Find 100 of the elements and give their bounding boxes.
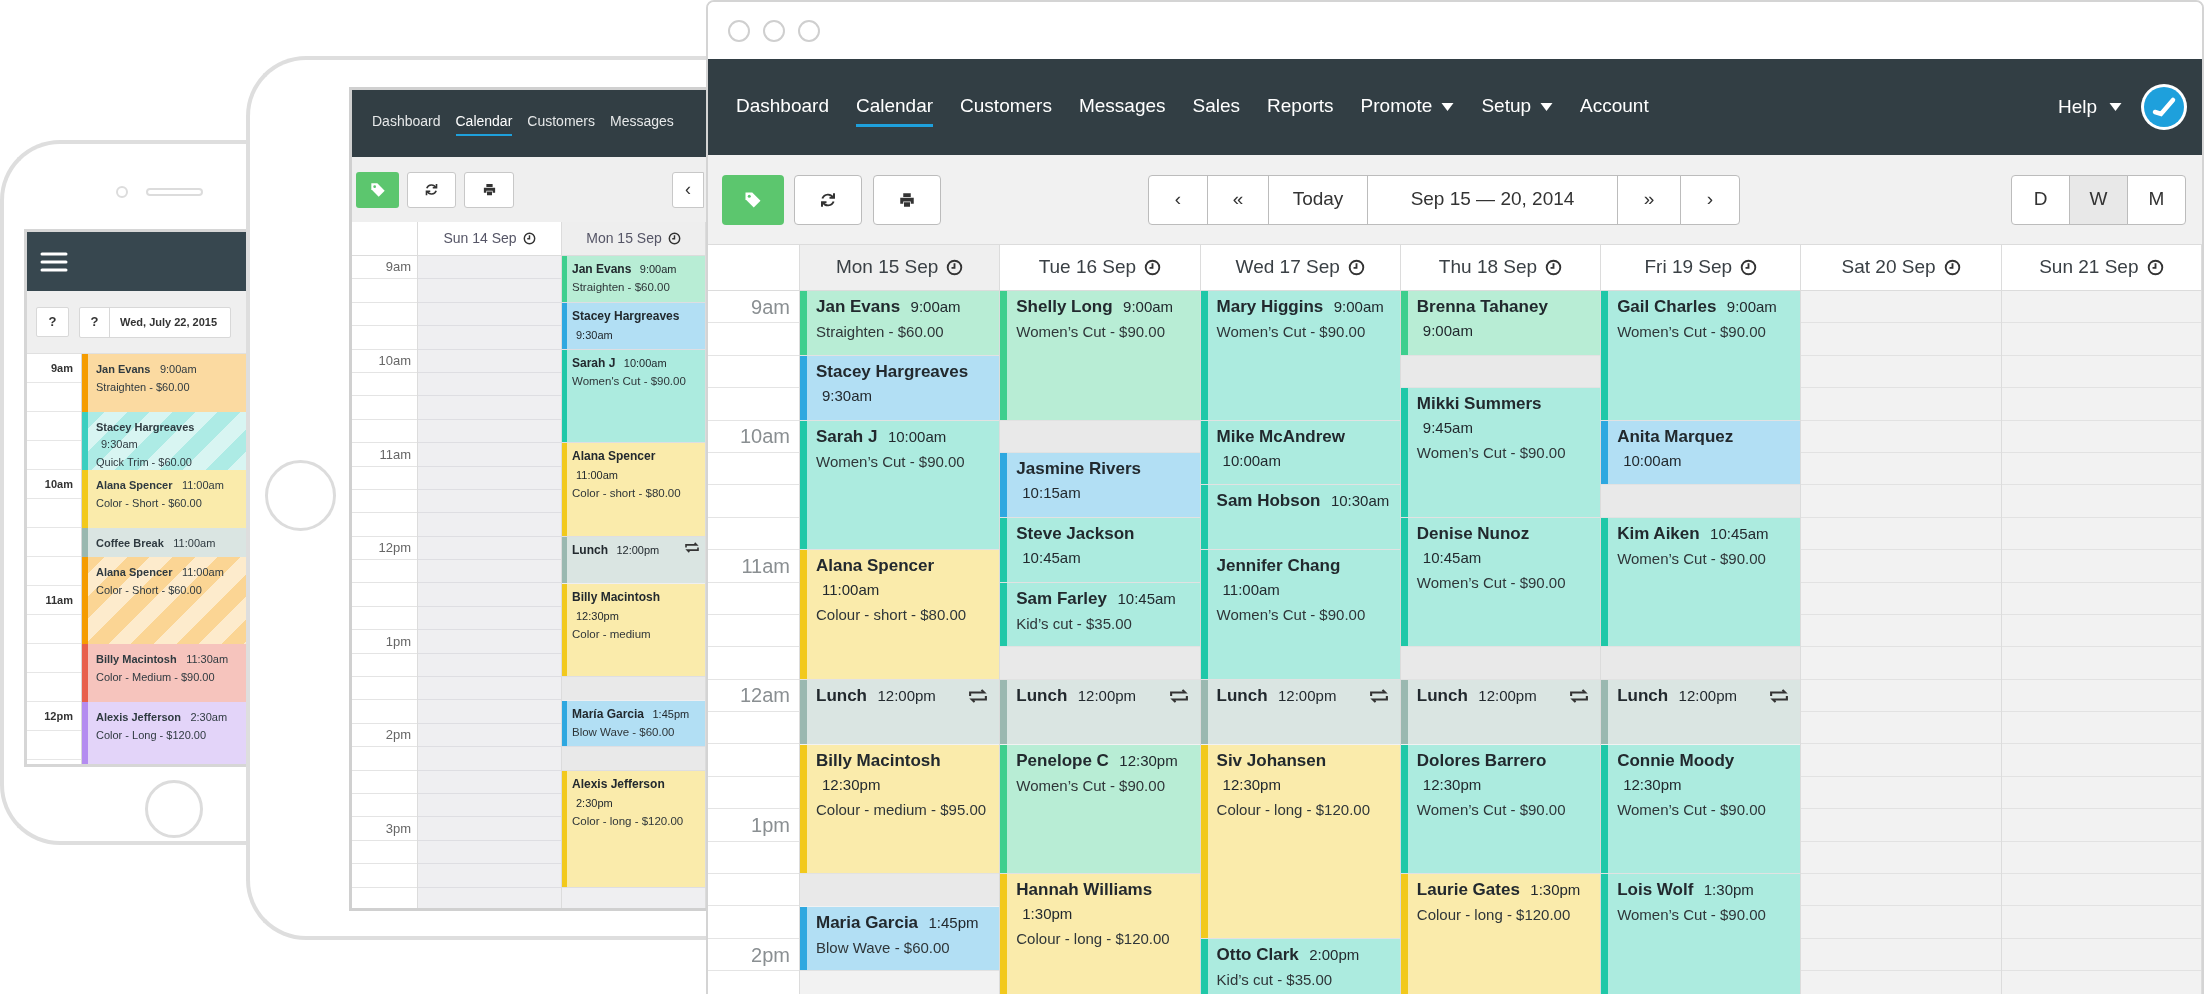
window-control-button[interactable] (798, 19, 820, 42)
appointment-card[interactable]: Maria Garcia 1:45pm Blow Wave - $60.00 (800, 906, 1000, 971)
window-control-button[interactable] (728, 19, 750, 42)
tag-button[interactable] (722, 174, 784, 225)
appointment-card[interactable]: Coffee Break 11:00am (82, 528, 246, 557)
print-button[interactable] (464, 171, 514, 208)
nav-link[interactable]: Customers (960, 87, 1052, 127)
appointment-card[interactable]: Alana Spencer 11:00am Colour - short - $80.00 (800, 550, 1000, 679)
empty-slot[interactable] (1000, 420, 1200, 452)
view-tab[interactable]: W (2069, 174, 2128, 225)
appointment-card[interactable]: Billy Macintosh 12:30pm Colour - medium - $95.00 (800, 744, 1000, 874)
appointment-card[interactable]: Otto Clark 2:00pm Kid’s cut - $35.00 (1200, 939, 1400, 994)
appointment-card[interactable]: Shelly Long 9:00am Women’s Cut - $90.00 (1000, 291, 1200, 420)
window-control-button[interactable] (763, 19, 785, 42)
appointment-card[interactable]: Lois Wolf 1:30pm Women’s Cut - $90.00 (1601, 874, 1801, 994)
nav-link[interactable]: Dashboard (372, 111, 441, 136)
appointment-card[interactable]: Jennifer Chang 11:00am Women’s Cut - $90.00 (1200, 550, 1400, 679)
home-button[interactable] (265, 460, 336, 531)
service-text: Women’s Cut - $90.00 (1416, 799, 1567, 820)
appointment-card[interactable]: Lunch 12:00pm (1200, 679, 1400, 744)
appointment-card[interactable]: Laurie Gates 1:30pm Colour - long - $120.00 (1400, 874, 1601, 994)
question-button[interactable]: ? (36, 307, 69, 337)
appointment-card[interactable]: Jan Evans 9:00am Straighten - $60.00 (82, 354, 246, 412)
appointment-card[interactable]: Brenna Tahaney 9:00am (1400, 291, 1601, 355)
appointment-card[interactable]: Lunch 12:00pm (1000, 679, 1200, 744)
refresh-button[interactable] (794, 174, 862, 225)
menu-icon[interactable] (40, 251, 68, 272)
appointment-card[interactable]: Steve Jackson 10:45am (1000, 517, 1200, 582)
logo-icon[interactable] (2140, 83, 2188, 131)
nav-link[interactable]: Calendar (855, 87, 934, 127)
nav-link[interactable]: Setup (1481, 87, 1554, 127)
nav-link[interactable]: Reports (1267, 87, 1334, 127)
appointment-card[interactable]: Alexis Jefferson 2:30am Color - Long - $120.00 (82, 702, 246, 764)
nav-link[interactable]: Dashboard (736, 87, 829, 127)
appointment-card[interactable]: Sarah J 10:00am Women's Cut - $90.00 (562, 349, 705, 443)
nav-link[interactable]: Sales (1192, 87, 1241, 127)
appointment-card[interactable]: Dolores Barrero 12:30pm Women’s Cut - $90.00 (1400, 744, 1601, 874)
tag-button[interactable] (356, 171, 399, 208)
appointment-card[interactable]: Lunch 12:00pm (562, 536, 705, 583)
nav-link[interactable]: Calendar (455, 111, 513, 136)
appointment-card[interactable]: Gail Charles 9:00am Women’s Cut - $90.00 (1601, 291, 1801, 420)
print-button[interactable] (873, 174, 941, 225)
appointment-card[interactable]: Mikki Summers 9:45am Women’s Cut - $90.00 (1400, 388, 1601, 517)
appointment-card[interactable]: Lunch 12:00pm (1601, 679, 1801, 744)
view-tab[interactable]: D (2011, 174, 2070, 225)
empty-slot[interactable] (1601, 485, 1801, 517)
nav-link[interactable]: Messages (610, 111, 674, 136)
appointment-card[interactable]: Jasmine Rivers 10:15am (1000, 453, 1200, 517)
caret-icon (1441, 102, 1455, 111)
empty-slot[interactable] (562, 747, 705, 770)
appointment-card[interactable]: Billy Macintosh 12:30pm Color - medium (562, 583, 705, 677)
appointment-card[interactable]: Kim Aiken 10:45am Women’s Cut - $90.00 (1601, 517, 1801, 647)
service-text: Kid’s cut - $35.00 (1016, 613, 1133, 634)
appointment-card[interactable]: Penelope C 12:30pm Women’s Cut - $90.00 (1000, 744, 1200, 874)
date-label[interactable]: Wed, July 22, 2015 (110, 313, 218, 331)
empty-slot[interactable] (1000, 647, 1200, 679)
appointment-card[interactable]: Jan Evans 9:00am Straighten - $60.00 (800, 291, 1000, 355)
appointment-card[interactable]: Billy Macintosh 11:30am Color - Medium - $90.00 (82, 644, 246, 702)
forward-button[interactable]: » (1617, 174, 1681, 225)
appointment-card[interactable]: Sarah J 10:00am Women’s Cut - $90.00 (800, 420, 1000, 550)
refresh-button[interactable] (407, 171, 456, 208)
appointment-card[interactable]: Mary Higgins 9:00am Women’s Cut - $90.00 (1200, 291, 1400, 420)
empty-slot[interactable] (1400, 355, 1601, 388)
today-button[interactable]: Today (1268, 174, 1368, 225)
appointment-card[interactable]: Alana Spencer 11:00am Color - Short - $60.00 (82, 470, 246, 528)
date-range-button[interactable]: Sep 15 — 20, 2014 (1367, 174, 1618, 225)
appointment-card[interactable]: Stacey Hargreaves 9:30am Quick Trim - $60.00 (82, 412, 246, 470)
home-button[interactable] (145, 780, 203, 838)
appointment-card[interactable]: María Garcia 1:45pm Blow Wave - $60.00 (562, 700, 705, 747)
empty-slot[interactable] (562, 677, 705, 700)
appointment-card[interactable]: Stacey Hargreaves 9:30am (562, 302, 705, 349)
appointment-card[interactable]: Connie Moody 12:30pm Women’s Cut - $90.00 (1601, 744, 1801, 874)
appointment-card[interactable]: Lunch 12:00pm (800, 679, 1000, 744)
next-button[interactable]: › (1680, 174, 1740, 225)
appointment-card[interactable]: Siv Johansen 12:30pm Colour - long - $120.00 (1200, 744, 1400, 938)
appointment-card[interactable]: Mike McAndrew 10:00am (1200, 420, 1400, 485)
appointment-card[interactable]: Anita Marquez 10:00am (1601, 420, 1801, 485)
nav-link[interactable]: Account (1580, 87, 1649, 127)
appointment-card[interactable]: Alana Spencer 11:00am Color - Short - $60.00 (82, 557, 246, 644)
appointment-card[interactable]: Sam Farley 10:45am Kid’s cut - $35.00 (1000, 582, 1200, 647)
back-button[interactable]: « (1207, 174, 1269, 225)
appointment-card[interactable]: Lunch 12:00pm (1400, 679, 1601, 744)
nav-link[interactable]: Promote (1360, 87, 1455, 127)
nav-link[interactable]: Customers (527, 111, 595, 136)
appointment-card[interactable]: Alexis Jefferson 2:30pm Color - long - $120.00 (562, 770, 705, 887)
date-picker[interactable]: ? Wed, July 22, 2015 (79, 306, 231, 338)
previous-button[interactable]: ‹ (1148, 174, 1208, 225)
help-menu[interactable]: Help (2057, 92, 2122, 122)
appointment-card[interactable]: Denise Nunoz 10:45am Women’s Cut - $90.00 (1400, 517, 1601, 647)
nav-link[interactable]: Messages (1078, 87, 1166, 127)
event-title: Alana Spencer (96, 566, 173, 578)
empty-slot[interactable] (800, 874, 1000, 906)
appointment-card[interactable]: Hannah Williams 1:30pm Colour - long - $120.00 (1000, 874, 1200, 994)
view-tab[interactable]: M (2127, 174, 2186, 225)
previous-button[interactable]: ‹ (672, 171, 704, 208)
appointment-card[interactable]: Stacey Hargreaves 9:30am (800, 355, 1000, 420)
appointment-card[interactable]: Alana Spencer 11:00am Color - short - $80.00 (562, 443, 705, 536)
question-button[interactable]: ? (80, 307, 110, 337)
appointment-card[interactable]: Jan Evans 9:00am Straighten - $60.00 (562, 256, 705, 302)
appointment-card[interactable]: Sam Hobson 10:30am (1200, 485, 1400, 550)
